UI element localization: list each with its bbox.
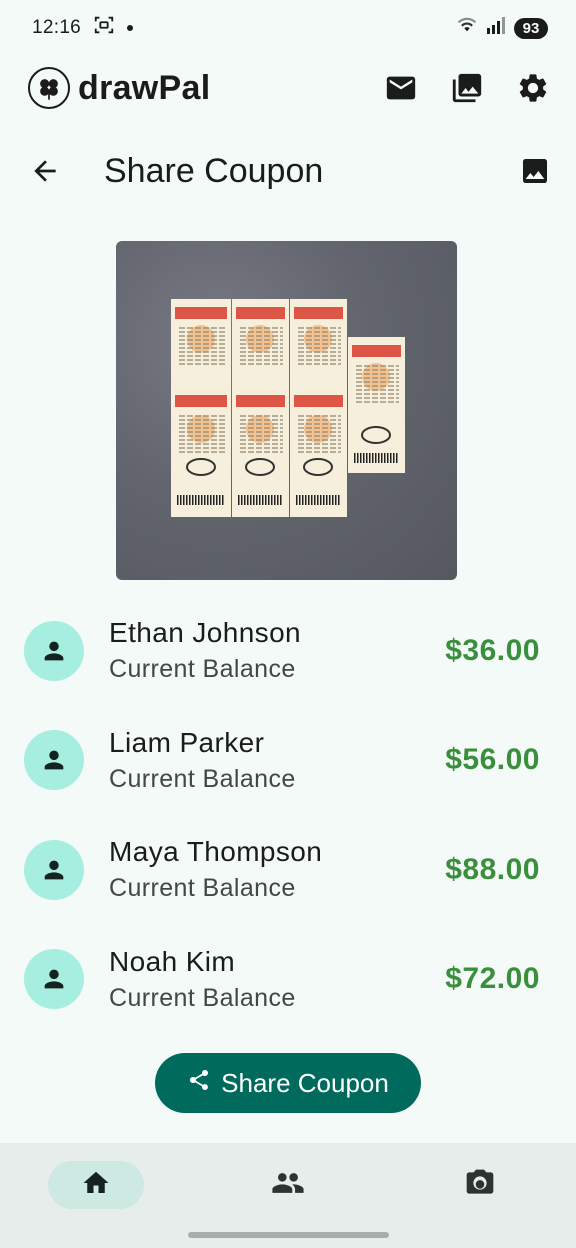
image-icon[interactable]	[514, 150, 556, 192]
member-name: Ethan Johnson	[109, 617, 302, 649]
share-coupon-button[interactable]: Share Coupon	[155, 1053, 421, 1113]
coupon-photo[interactable]	[116, 241, 457, 580]
page-title: Share Coupon	[104, 151, 324, 190]
person-icon	[24, 730, 84, 791]
person-icon	[24, 620, 84, 681]
member-balance: $36.00	[445, 633, 540, 667]
list-item[interactable]: Liam Parker Current Balance $56.00	[0, 706, 576, 816]
camera-icon	[464, 1167, 496, 1204]
app-bar: drawPal	[0, 56, 576, 120]
person-icon	[24, 839, 84, 900]
battery-indicator: 93	[514, 17, 548, 39]
list-item[interactable]: Noah Kim Current Balance $72.00	[0, 925, 576, 1035]
status-time: 12:16	[32, 17, 82, 38]
member-subtitle: Current Balance	[109, 983, 296, 1012]
member-name: Noah Kim	[109, 945, 236, 977]
share-icon	[187, 1068, 211, 1099]
member-list: Ethan Johnson Current Balance $36.00 Lia…	[0, 596, 576, 1034]
screenshot-icon	[93, 14, 115, 42]
member-balance: $88.00	[445, 852, 540, 886]
app-title: drawPal	[78, 68, 211, 107]
member-subtitle: Current Balance	[109, 764, 296, 793]
share-coupon-label: Share Coupon	[221, 1067, 389, 1098]
settings-icon[interactable]	[512, 67, 554, 109]
list-item[interactable]: Ethan Johnson Current Balance $36.00	[0, 596, 576, 706]
gesture-bar[interactable]	[188, 1232, 389, 1238]
bottom-nav	[0, 1143, 576, 1248]
member-name: Liam Parker	[109, 726, 265, 758]
nav-camera[interactable]	[432, 1161, 528, 1209]
notification-dot-icon	[127, 25, 134, 31]
wifi-icon	[456, 15, 478, 41]
status-bar: 12:16 93	[0, 0, 576, 56]
page-header: Share Coupon	[0, 138, 576, 204]
nav-home[interactable]	[48, 1161, 144, 1209]
member-balance: $72.00	[445, 962, 540, 996]
nav-people[interactable]	[240, 1161, 336, 1209]
clover-icon	[28, 67, 70, 109]
member-subtitle: Current Balance	[109, 655, 296, 684]
member-subtitle: Current Balance	[109, 874, 296, 903]
list-item[interactable]: Maya Thompson Current Balance $88.00	[0, 815, 576, 925]
member-balance: $56.00	[445, 743, 540, 777]
people-icon	[271, 1166, 305, 1205]
arrow-back-icon[interactable]	[24, 150, 66, 192]
person-icon	[24, 949, 84, 1010]
home-icon	[81, 1168, 111, 1203]
signal-icon	[486, 16, 506, 40]
gallery-icon[interactable]	[446, 67, 488, 109]
lottery-tickets-photo	[171, 299, 405, 517]
mail-icon[interactable]	[380, 67, 422, 109]
member-name: Maya Thompson	[109, 836, 323, 868]
